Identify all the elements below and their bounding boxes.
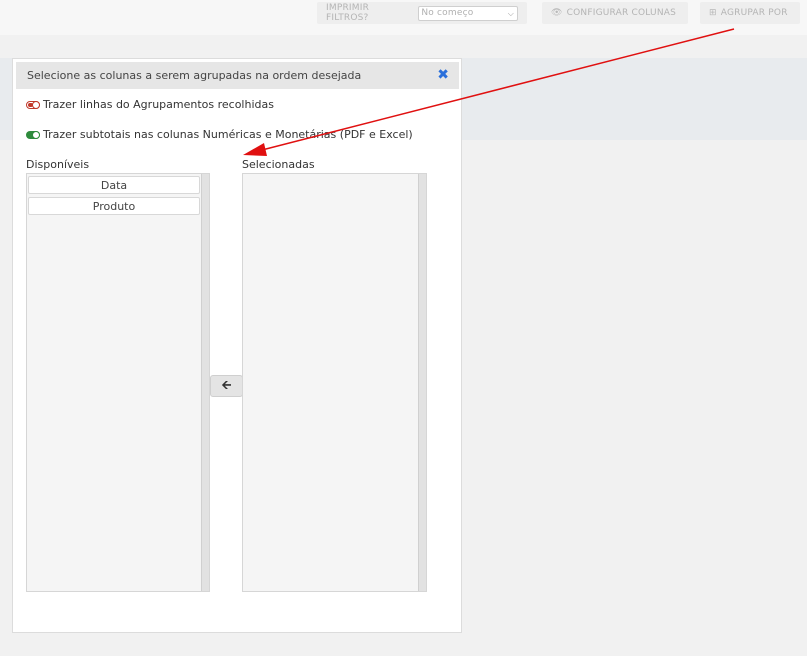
annotation-arrow	[243, 28, 735, 156]
